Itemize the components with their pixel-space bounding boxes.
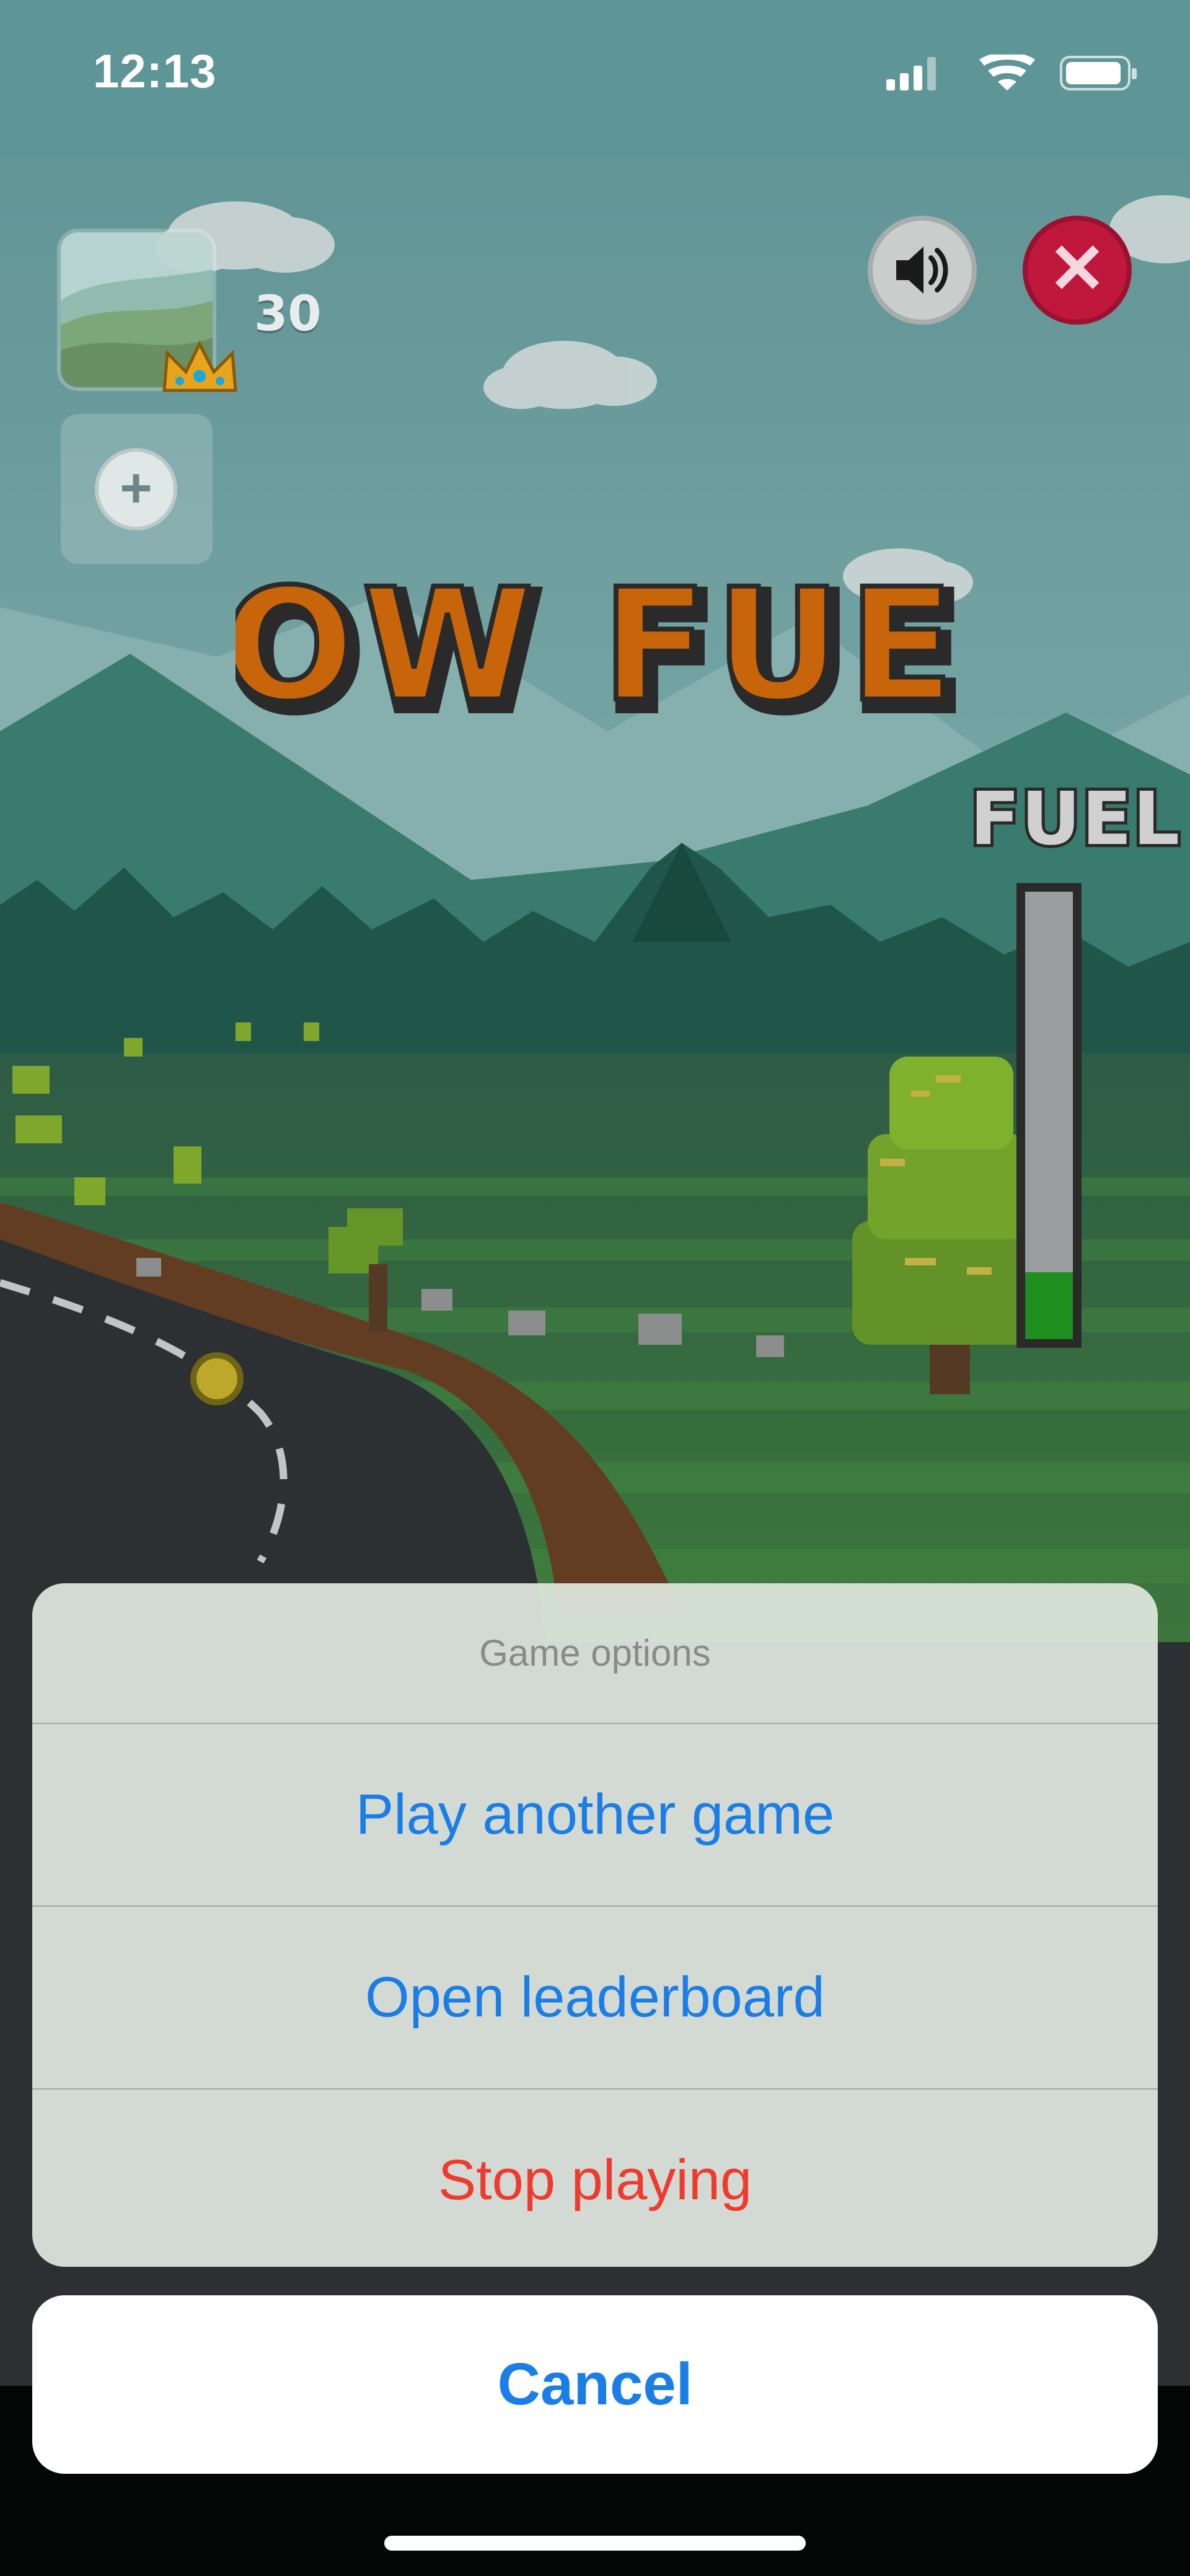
battery-icon xyxy=(1060,56,1137,90)
home-indicator[interactable] xyxy=(384,2536,806,2551)
add-friend-button[interactable]: + xyxy=(61,414,213,564)
speaker-icon xyxy=(896,247,948,294)
fuel-gauge xyxy=(1016,883,1082,1348)
game-options-action-sheet: Game options Play another game Open lead… xyxy=(32,1583,1158,2267)
action-sheet-title: Game options xyxy=(479,1632,711,1674)
open-leaderboard-button[interactable]: Open leaderboard xyxy=(32,1907,1158,2088)
wifi-icon xyxy=(979,55,1035,90)
sound-toggle-button[interactable] xyxy=(868,216,977,325)
close-game-button[interactable]: ✕ xyxy=(1023,216,1132,325)
low-fuel-banner: LOW FUEL LOW FUEL xyxy=(236,570,967,750)
game-screen: 12:13 30 + ✕ OW FUE OW FUE FUEL Game opt… xyxy=(0,0,1190,2576)
score-display: 30 xyxy=(254,286,322,342)
low-fuel-banner-text: LOW FUEL xyxy=(236,570,967,736)
cancel-button[interactable]: Cancel xyxy=(32,2295,1158,2474)
status-bar: 12:13 xyxy=(0,0,1190,158)
status-icons xyxy=(886,55,1137,90)
close-icon: ✕ xyxy=(1048,230,1106,307)
fuel-gauge-track xyxy=(1025,892,1073,1339)
fuel-label: FUEL xyxy=(967,773,1183,864)
fuel-gauge-fill xyxy=(1025,1272,1073,1339)
status-time: 12:13 xyxy=(93,45,217,98)
crown-icon xyxy=(162,340,237,392)
plus-icon: + xyxy=(95,448,177,530)
cellular-signal-icon xyxy=(886,57,936,90)
stop-playing-button[interactable]: Stop playing xyxy=(32,2090,1158,2267)
play-another-game-button[interactable]: Play another game xyxy=(32,1724,1158,1906)
